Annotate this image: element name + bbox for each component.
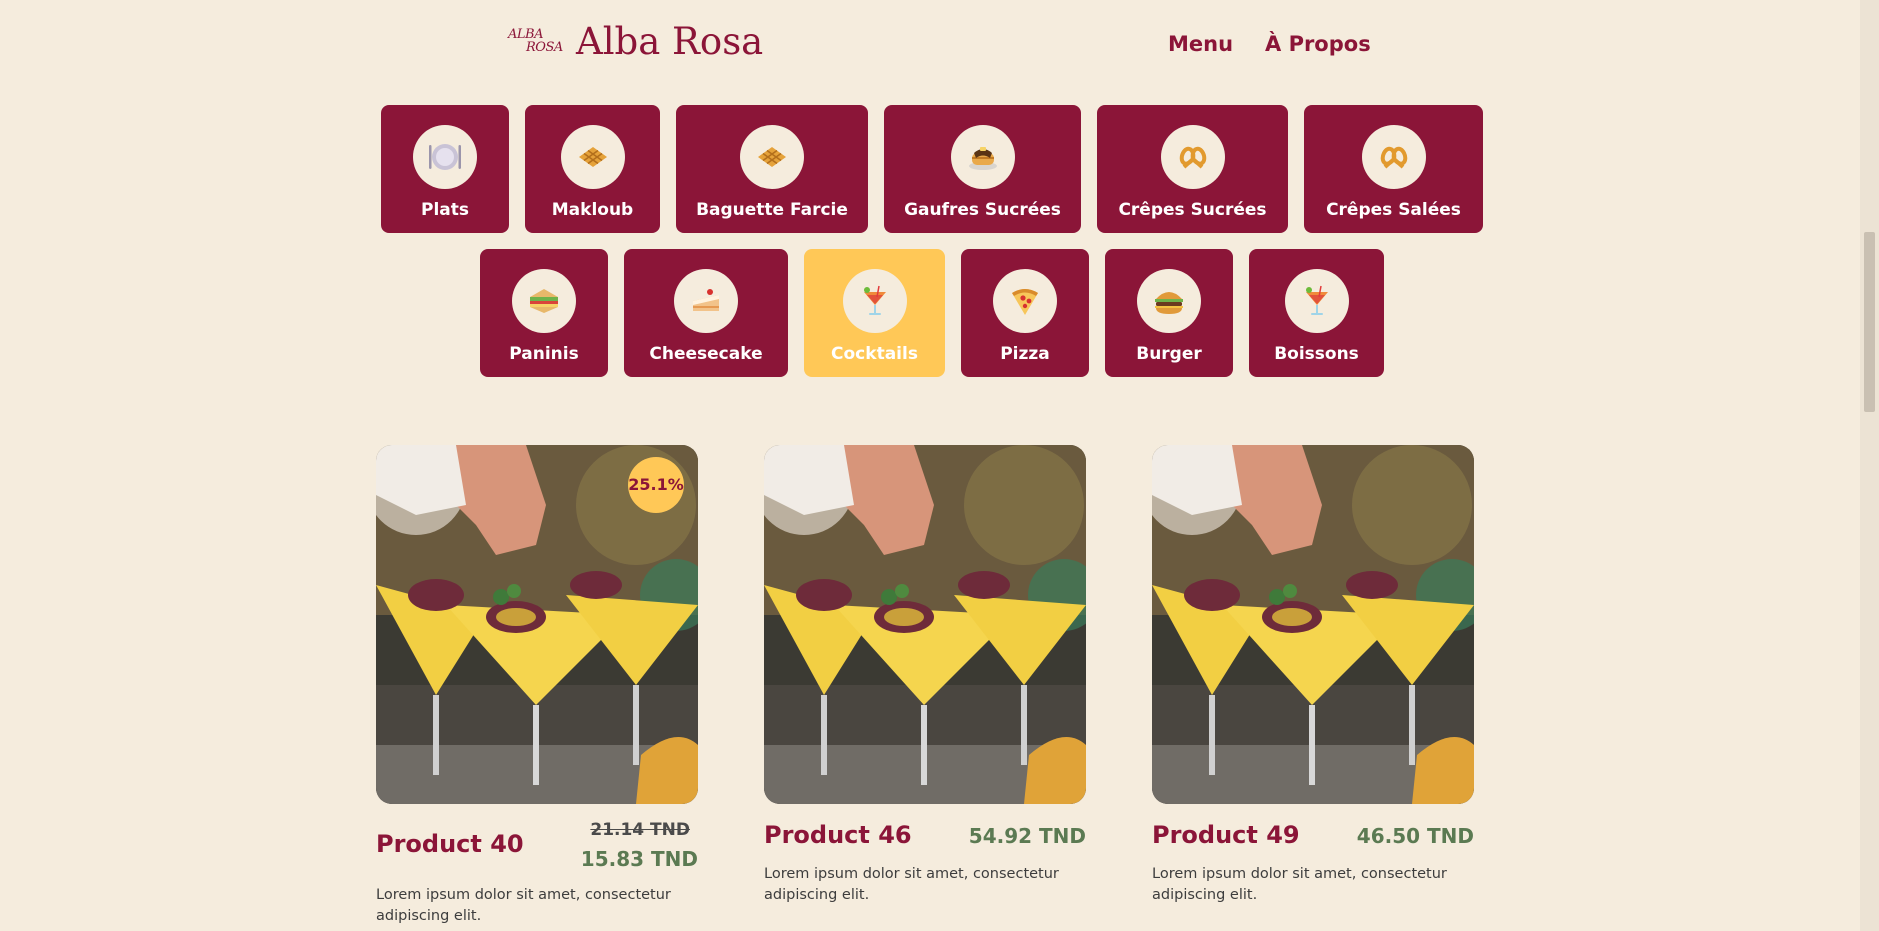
product-description: Lorem ipsum dolor sit amet, consectetur … [1152, 866, 1447, 903]
pretzel-icon [1175, 139, 1211, 175]
brand-name[interactable]: Alba Rosa [576, 18, 763, 66]
pancakes-icon [965, 139, 1001, 175]
category-label: Boissons [1274, 344, 1359, 364]
category-icon-circle [1160, 125, 1225, 189]
category-icon-circle [1137, 269, 1201, 333]
category-icon-circle [674, 269, 738, 333]
product-name: Product 40 [376, 830, 524, 858]
category-icon-circle [560, 125, 625, 189]
category-label: Makloub [551, 200, 634, 220]
waffle-icon [575, 139, 611, 175]
cocktail-photo [764, 445, 1086, 804]
pretzel-icon [1376, 139, 1412, 175]
product-price: 46.50 TND [1356, 824, 1474, 848]
category-cheesecake[interactable]: Cheesecake [624, 249, 788, 377]
product-name: Product 49 [1152, 821, 1300, 849]
category-icon-circle [842, 269, 907, 333]
category-makloub[interactable]: Makloub [525, 105, 660, 233]
category-icon-circle [740, 125, 804, 189]
product-image [1152, 445, 1474, 804]
cocktail-photo [1152, 445, 1474, 804]
old-price: 21.14 TND [590, 820, 690, 840]
category-icon-circle [993, 269, 1057, 333]
category-label: Crêpes Sucrées [1118, 200, 1267, 220]
discount-badge: 25.1% [628, 457, 684, 513]
category-label: Crêpes Salées [1326, 200, 1461, 220]
category-icon-circle [413, 125, 477, 189]
category-baguette-farcie[interactable]: Baguette Farcie [676, 105, 868, 233]
category-label: Cocktails [831, 344, 918, 364]
scrollbar-thumb[interactable] [1864, 232, 1875, 412]
category-label: Cheesecake [649, 344, 763, 364]
category-crepes-sucrees[interactable]: Crêpes Sucrées [1097, 105, 1288, 233]
nav-link-menu[interactable]: Menu [1168, 30, 1233, 58]
plate-icon [427, 139, 463, 175]
product-price: 15.83 TND [580, 847, 698, 871]
site-header: ALBA ROSA Alba Rosa Menu À Propos [0, 0, 1860, 88]
product-description: Lorem ipsum dolor sit amet, consectetur … [376, 887, 671, 924]
category-label: Paninis [509, 344, 579, 364]
logo-text-line2: ROSA [526, 40, 563, 55]
category-icon-circle [950, 125, 1015, 189]
category-label: Burger [1136, 344, 1202, 364]
product-price: 54.92 TND [968, 824, 1086, 848]
pizza-icon [1007, 283, 1043, 319]
cocktail-icon [1299, 283, 1335, 319]
category-gaufres-sucrees[interactable]: Gaufres Sucrées [884, 105, 1081, 233]
category-label: Pizza [1000, 344, 1050, 364]
category-label: Plats [420, 200, 469, 220]
logo[interactable]: ALBA ROSA [506, 26, 563, 60]
cocktail-icon [857, 283, 893, 319]
category-icon-circle [512, 269, 576, 333]
waffle-icon [754, 139, 790, 175]
category-icon-circle [1284, 269, 1349, 333]
category-paninis[interactable]: Paninis [480, 249, 608, 377]
category-icon-circle [1361, 125, 1426, 189]
burger-icon [1151, 283, 1187, 319]
category-label: Gaufres Sucrées [904, 200, 1061, 220]
sandwich-icon [526, 283, 562, 319]
category-boissons[interactable]: Boissons [1249, 249, 1384, 377]
cake-icon [688, 283, 724, 319]
category-crepes-salees[interactable]: Crêpes Salées [1304, 105, 1483, 233]
scrollbar-track[interactable] [1860, 0, 1879, 931]
product-description: Lorem ipsum dolor sit amet, consectetur … [764, 866, 1059, 903]
product-image [764, 445, 1086, 804]
category-burger[interactable]: Burger [1105, 249, 1233, 377]
category-cocktails[interactable]: Cocktails [804, 249, 945, 377]
category-pizza[interactable]: Pizza [961, 249, 1089, 377]
nav-link-about[interactable]: À Propos [1265, 30, 1371, 58]
product-name: Product 46 [764, 821, 912, 849]
category-plats[interactable]: Plats [381, 105, 509, 233]
category-label: Baguette Farcie [696, 200, 848, 220]
